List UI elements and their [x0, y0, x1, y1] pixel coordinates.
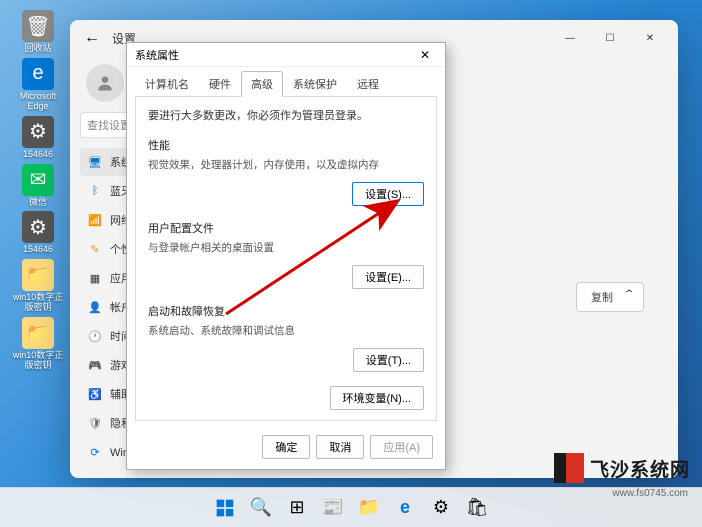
maximize-button[interactable]: ☐: [590, 23, 630, 53]
apply-button[interactable]: 应用(A): [370, 435, 433, 459]
dialog-titlebar: 系统属性 ✕: [127, 43, 445, 67]
monitor-icon: 🖥: [88, 155, 102, 169]
icon-label: 回收站: [24, 44, 51, 54]
group-performance: 性能 视觉效果，处理器计划，内存使用，以及虚拟内存 设置(S)...: [148, 137, 424, 206]
folder-icon: 📁: [22, 259, 54, 291]
search-placeholder: 查找设置: [87, 117, 131, 133]
brush-icon: ✎: [88, 242, 102, 256]
user-icon: 👤: [88, 300, 102, 314]
icon-label: 154646: [23, 245, 53, 255]
edge-icon: e: [22, 58, 54, 90]
admin-note: 要进行大多数更改，你必须作为管理员登录。: [148, 107, 424, 123]
gear-icon: ⚙: [22, 116, 54, 148]
store-button[interactable]: 🛍: [461, 492, 493, 524]
gear-icon: ⚙: [22, 211, 54, 243]
tab-computer-name[interactable]: 计算机名: [135, 71, 199, 97]
watermark-text: 飞沙系统网: [590, 455, 690, 482]
group-title: 启动和故障恢复: [148, 303, 424, 319]
watermark: 飞沙系统网: [554, 453, 690, 483]
tab-remote[interactable]: 远程: [347, 71, 389, 97]
startup-settings-button[interactable]: 设置(T)...: [353, 348, 424, 372]
minimize-button[interactable]: —: [550, 23, 590, 53]
close-button[interactable]: ✕: [630, 23, 670, 53]
start-button[interactable]: [209, 492, 241, 524]
window-controls: — ☐ ✕: [550, 23, 670, 53]
update-icon: ⟳: [88, 445, 102, 459]
group-desc: 视觉效果，处理器计划，内存使用，以及虚拟内存: [148, 157, 424, 172]
icon-label: 154646: [23, 150, 53, 160]
desktop-icon-folder1[interactable]: 📁 win10数字正版密钥: [10, 259, 66, 313]
group-title: 性能: [148, 137, 424, 153]
group-desc: 系统启动、系统故障和调试信息: [148, 323, 424, 338]
watermark-logo-icon: [554, 453, 584, 483]
shield-icon: 🛡: [88, 416, 102, 430]
watermark-url: www.fs0745.com: [612, 488, 688, 499]
apps-icon: ▦: [88, 271, 102, 285]
desktop-icons: 🗑 回收站 e Microsoft Edge ⚙ 154646 ✉ 微信 ⚙ 1…: [10, 10, 66, 371]
back-button[interactable]: ←: [78, 24, 106, 52]
edge-button[interactable]: e: [389, 492, 421, 524]
dialog-tabs: 计算机名 硬件 高级 系统保护 远程: [127, 67, 445, 97]
desktop-icon-cfg2[interactable]: ⚙ 154646: [10, 211, 66, 255]
icon-label: win10数字正版密钥: [10, 293, 66, 313]
dialog-content: 要进行大多数更改，你必须作为管理员登录。 性能 视觉效果，处理器计划，内存使用，…: [135, 96, 437, 421]
desktop-icon-recycle-bin[interactable]: 🗑 回收站: [10, 10, 66, 54]
widgets-icon: 📰: [322, 497, 344, 518]
performance-settings-button[interactable]: 设置(S)...: [352, 182, 424, 206]
user-avatar[interactable]: [86, 64, 124, 102]
desktop-icon-wechat[interactable]: ✉ 微信: [10, 164, 66, 208]
system-properties-dialog: 系统属性 ✕ 计算机名 硬件 高级 系统保护 远程 要进行大多数更改，你必须作为…: [126, 42, 446, 470]
ok-button[interactable]: 确定: [262, 435, 310, 459]
group-startup: 启动和故障恢复 系统启动、系统故障和调试信息 设置(T)...: [148, 303, 424, 372]
tab-advanced[interactable]: 高级: [241, 71, 283, 97]
icon-label: Microsoft Edge: [10, 92, 66, 112]
widgets-button[interactable]: 📰: [317, 492, 349, 524]
search-icon: 🔍: [250, 497, 272, 518]
search-button[interactable]: 🔍: [245, 492, 277, 524]
folder-icon: 📁: [22, 317, 54, 349]
store-icon: 🛍: [466, 497, 489, 518]
group-profiles: 用户配置文件 与登录帐户相关的桌面设置 设置(E)...: [148, 220, 424, 289]
wifi-icon: 📶: [88, 213, 102, 227]
group-title: 用户配置文件: [148, 220, 424, 236]
env-vars-button[interactable]: 环境变量(N)...: [330, 386, 424, 410]
taskview-icon: ⊞: [289, 497, 304, 518]
icon-label: 微信: [29, 198, 47, 208]
explorer-button[interactable]: 📁: [353, 492, 385, 524]
desktop-icon-edge[interactable]: e Microsoft Edge: [10, 58, 66, 112]
game-icon: 🎮: [88, 358, 102, 372]
gear-icon: ⚙: [433, 497, 449, 518]
edge-icon: e: [400, 497, 410, 518]
group-desc: 与登录帐户相关的桌面设置: [148, 240, 424, 255]
desktop-icon-cfg1[interactable]: ⚙ 154646: [10, 116, 66, 160]
clock-icon: 🕐: [88, 329, 102, 343]
folder-icon: 📁: [358, 497, 380, 518]
desktop-icon-folder2[interactable]: 📁 win10数字正版密钥: [10, 317, 66, 371]
tab-system-protection[interactable]: 系统保护: [283, 71, 347, 97]
dialog-title: 系统属性: [135, 47, 179, 63]
accessibility-icon: ♿: [88, 387, 102, 401]
person-icon: [95, 73, 115, 93]
copy-button[interactable]: 复制: [576, 282, 644, 312]
dialog-footer: 确定 取消 应用(A): [127, 429, 445, 469]
cancel-button[interactable]: 取消: [316, 435, 364, 459]
wechat-icon: ✉: [22, 164, 54, 196]
task-view-button[interactable]: ⊞: [281, 492, 313, 524]
windows-icon: [215, 498, 235, 518]
bluetooth-icon: ᛒ: [88, 184, 102, 198]
profiles-settings-button[interactable]: 设置(E)...: [352, 265, 424, 289]
recycle-bin-icon: 🗑: [22, 10, 54, 42]
tab-hardware[interactable]: 硬件: [199, 71, 241, 97]
taskbar: 🔍 ⊞ 📰 📁 e ⚙ 🛍: [0, 487, 702, 527]
icon-label: win10数字正版密钥: [10, 351, 66, 371]
settings-button[interactable]: ⚙: [425, 492, 457, 524]
close-button[interactable]: ✕: [413, 45, 437, 65]
